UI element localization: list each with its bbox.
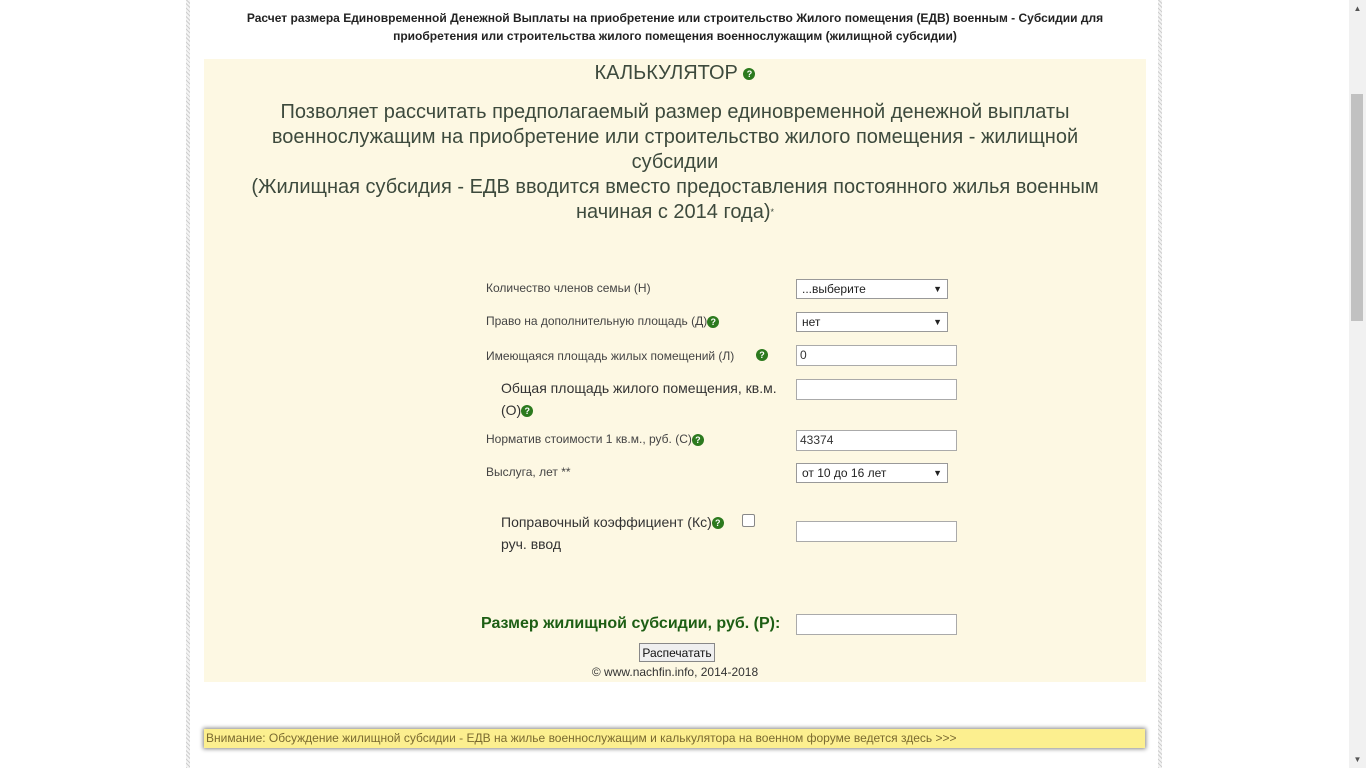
family-members-select[interactable]: ...выберите ▼ [796,279,948,299]
manual-input-checkbox[interactable] [742,514,755,527]
help-icon[interactable]: ? [707,315,720,328]
copyright-text: © www.nachfin.info, 2014-2018 [591,665,759,679]
result-label: Размер жилищной субсидии, руб. (Р): [481,615,781,632]
page-heading: Расчет размера Единовременной Денежной В… [205,9,1145,45]
total-area-label-text: (О) [501,402,522,418]
correction-coef-input[interactable] [796,521,957,542]
page-border-right [1158,0,1162,768]
family-members-value: ...выберите [802,282,866,296]
chevron-down-icon: ▼ [933,284,942,294]
extra-area-select[interactable]: нет ▼ [796,312,948,332]
chevron-down-icon: ▼ [933,317,942,327]
extra-area-label: Право на дополнительную площадь (Д)? [486,314,720,328]
help-icon[interactable]: ? [743,67,756,80]
family-members-label: Количество членов семьи (Н) [486,281,651,295]
description-line: военнослужащим на приобретение или строи… [271,126,1079,148]
description-line: начиная с 2014 года)* [220,200,1130,225]
total-area-label-line2: (О)? [501,399,777,421]
print-button[interactable]: Распечатать [639,643,715,662]
scroll-up-arrow-icon[interactable]: ▲ [1349,0,1366,17]
calculator-title-text: КАЛЬКУЛЯТОР [594,62,738,84]
help-icon[interactable]: ? [691,433,704,446]
footnote-asterisk: * [770,207,774,217]
scrollbar-thumb[interactable] [1351,94,1363,321]
service-length-select[interactable]: от 10 до 16 лет ▼ [796,463,948,483]
correction-coef-label-text: Поправочный коэффициент (Кс) [501,514,712,530]
norm-cost-input[interactable]: 43374 [796,430,957,451]
cut-off-content [204,763,804,768]
help-icon[interactable]: ? [756,349,768,361]
existing-area-label: Имеющаяся площадь жилых помещений (Л) [486,349,735,363]
page-heading-line1: Расчет размера Единовременной Денежной В… [246,11,1104,25]
description-line-text: начиная с 2014 года) [576,201,771,223]
description-line: субсидии [631,151,719,173]
norm-cost-label: Норматив стоимости 1 кв.м., руб. (С)? [486,432,704,446]
service-length-value: от 10 до 16 лет [802,466,887,480]
help-icon[interactable]: ? [711,517,724,530]
calculator-description: Позволяет рассчитать предполагаемый разм… [220,100,1130,225]
chevron-down-icon: ▼ [933,468,942,478]
correction-coef-label: Поправочный коэффициент (Кс)? руч. ввод [501,511,724,555]
service-length-label: Выслуга, лет ** [486,465,571,479]
total-area-label: Общая площадь жилого помещения, кв.м. (О… [501,377,777,421]
existing-area-input[interactable]: 0 [796,345,957,366]
forum-notice-link[interactable]: Внимание: Обсуждение жилищной субсидии -… [204,729,1145,748]
scroll-down-arrow-icon[interactable]: ▼ [1349,751,1366,768]
result-input[interactable] [796,614,957,635]
manual-input-label: руч. ввод [501,536,562,552]
correction-coef-label-line1: Поправочный коэффициент (Кс)? [501,511,724,533]
description-line: (Жилищная субсидия - ЕДВ вводится вместо… [251,176,1099,198]
help-icon[interactable]: ? [521,405,534,418]
page-heading-line2: приобретения или строительства жилого по… [393,29,957,43]
calculator-panel: КАЛЬКУЛЯТОР ? Позволяет рассчитать предп… [204,59,1146,682]
total-area-label-line1: Общая площадь жилого помещения, кв.м. [501,380,777,396]
total-area-input[interactable] [796,379,957,400]
extra-area-value: нет [802,315,821,329]
page-border-left [186,0,190,768]
description-line: Позволяет рассчитать предполагаемый разм… [280,101,1070,123]
extra-area-label-text: Право на дополнительную площадь (Д) [486,314,708,328]
vertical-scrollbar[interactable]: ▲ ▼ [1349,0,1366,768]
norm-cost-label-text: Норматив стоимости 1 кв.м., руб. (С) [486,432,692,446]
calculator-title: КАЛЬКУЛЯТОР ? [204,62,1146,85]
